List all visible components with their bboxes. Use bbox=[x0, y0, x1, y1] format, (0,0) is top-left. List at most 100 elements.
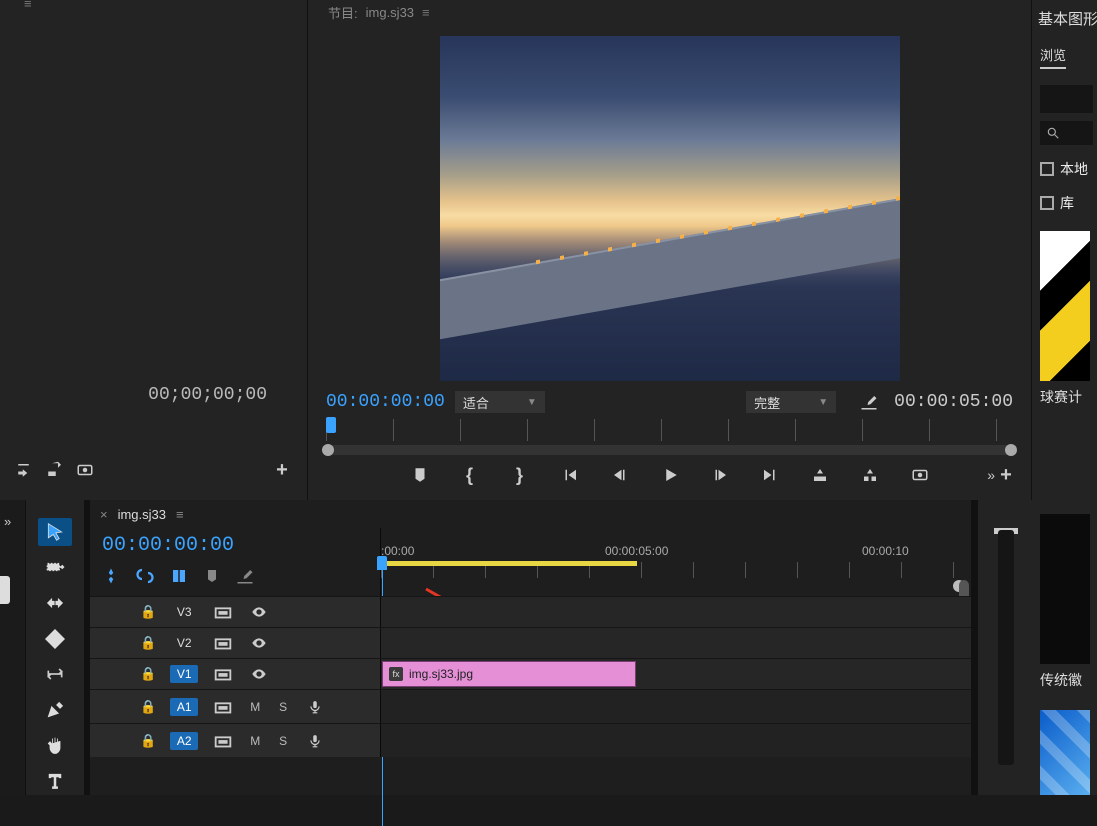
timeline-marker-icon[interactable] bbox=[204, 568, 220, 587]
template-thumbnail-3[interactable] bbox=[1040, 710, 1090, 795]
local-filter-checkbox[interactable]: 本地 bbox=[1040, 159, 1097, 179]
track-visibility-icon[interactable] bbox=[248, 634, 270, 652]
add-button-icon[interactable]: + bbox=[267, 455, 297, 485]
track-body-v1[interactable]: fx img.sj33.jpg bbox=[380, 659, 971, 689]
lock-icon[interactable]: 🔒 bbox=[140, 604, 156, 620]
timeline-ruler[interactable]: :00:00 00:00:05:00 00:00:10 bbox=[380, 528, 971, 596]
play-icon[interactable] bbox=[655, 460, 685, 490]
source-monitor-panel: ≡ 00;00;00;00 + bbox=[0, 0, 308, 500]
go-to-out-icon[interactable] bbox=[755, 460, 785, 490]
program-duration-timecode[interactable]: 00:00:05:00 bbox=[894, 392, 1013, 412]
overwrite-icon[interactable] bbox=[40, 455, 70, 485]
lock-icon[interactable]: 🔒 bbox=[140, 699, 156, 715]
hand-tool[interactable] bbox=[38, 732, 72, 760]
slip-tool[interactable] bbox=[38, 661, 72, 689]
selection-tool[interactable] bbox=[38, 518, 72, 546]
snap-icon[interactable] bbox=[102, 567, 120, 588]
clip-name: img.sj33.jpg bbox=[409, 667, 473, 681]
extract-icon[interactable] bbox=[855, 460, 885, 490]
timeline-panel: × img.sj33 ≡ 00:00:00:00 :00:00 00:00:05… bbox=[84, 500, 977, 795]
solo-button[interactable]: S bbox=[276, 734, 290, 748]
track-label-a2[interactable]: A2 bbox=[170, 732, 198, 750]
sync-lock-icon[interactable] bbox=[212, 665, 234, 683]
panel-menu-icon[interactable]: ≡ bbox=[24, 0, 32, 11]
go-to-in-icon[interactable] bbox=[555, 460, 585, 490]
track-header-a1[interactable]: 🔒 A1 M S bbox=[90, 690, 380, 723]
clip-imgsj33[interactable]: fx img.sj33.jpg bbox=[382, 661, 636, 687]
essential-graphics-panel: 基本图形 浏览 本地 库 球赛计 bbox=[1032, 0, 1097, 500]
pen-tool[interactable] bbox=[38, 696, 72, 724]
template-thumbnail-1[interactable] bbox=[1040, 231, 1090, 381]
timeline-tracks: 🔒 V3 🔒 V2 🔒 bbox=[90, 596, 971, 795]
timeline-current-timecode[interactable]: 00:00:00:00 bbox=[102, 534, 368, 557]
voiceover-record-icon[interactable] bbox=[304, 732, 326, 750]
sequence-tab-menu-icon[interactable]: ≡ bbox=[176, 507, 184, 522]
razor-tool[interactable] bbox=[38, 625, 72, 653]
source-timecode[interactable]: 00;00;00;00 bbox=[0, 385, 307, 405]
settings-wrench-icon[interactable] bbox=[854, 387, 884, 417]
track-label-a1[interactable]: A1 bbox=[170, 698, 198, 716]
track-header-v3[interactable]: 🔒 V3 bbox=[90, 597, 380, 627]
track-body-v2[interactable] bbox=[380, 628, 971, 658]
add-marker-icon[interactable] bbox=[170, 567, 188, 588]
track-visibility-icon[interactable] bbox=[248, 665, 270, 683]
program-time-ruler[interactable] bbox=[326, 419, 1013, 441]
track-body-a1[interactable] bbox=[380, 690, 971, 723]
voiceover-record-icon[interactable] bbox=[304, 698, 326, 716]
library-filter-checkbox[interactable]: 库 bbox=[1040, 193, 1097, 213]
panel-collapse-icon[interactable]: » bbox=[4, 514, 11, 529]
program-playhead[interactable] bbox=[326, 417, 336, 433]
linked-selection-icon[interactable] bbox=[136, 567, 154, 588]
track-visibility-icon[interactable] bbox=[248, 603, 270, 621]
lock-icon[interactable]: 🔒 bbox=[140, 635, 156, 651]
sync-lock-icon[interactable] bbox=[212, 732, 234, 750]
solo-button[interactable]: S bbox=[276, 700, 290, 714]
mute-button[interactable]: M bbox=[248, 734, 262, 748]
lock-icon[interactable]: 🔒 bbox=[140, 666, 156, 682]
work-area-bar[interactable] bbox=[382, 561, 637, 566]
track-body-v3[interactable] bbox=[380, 597, 971, 627]
lock-icon[interactable]: 🔒 bbox=[140, 733, 156, 749]
mark-in-icon[interactable] bbox=[405, 460, 435, 490]
insert-icon[interactable] bbox=[10, 455, 40, 485]
zoom-fit-dropdown[interactable]: 适合 ▼ bbox=[455, 391, 545, 413]
project-tab-handle[interactable] bbox=[0, 576, 10, 604]
track-header-v2[interactable]: 🔒 V2 bbox=[90, 628, 380, 658]
type-tool[interactable] bbox=[38, 767, 72, 795]
panel-menu-icon[interactable]: ≡ bbox=[422, 5, 430, 20]
mark-out-bracket-icon[interactable]: } bbox=[505, 460, 535, 490]
program-current-timecode[interactable]: 00:00:00:00 bbox=[326, 392, 445, 412]
clip-fx-badge[interactable]: fx bbox=[389, 667, 403, 681]
track-body-a2[interactable] bbox=[380, 724, 971, 757]
graphics-search-bg[interactable] bbox=[1040, 85, 1093, 113]
track-label-v2[interactable]: V2 bbox=[170, 634, 198, 652]
sequence-tab-close-icon[interactable]: × bbox=[100, 507, 108, 522]
sync-lock-icon[interactable] bbox=[212, 698, 234, 716]
step-forward-icon[interactable] bbox=[705, 460, 735, 490]
track-label-v1[interactable]: V1 bbox=[170, 665, 198, 683]
audio-level-meter[interactable] bbox=[998, 530, 1014, 765]
graphics-search-input[interactable] bbox=[1040, 121, 1093, 145]
program-zoom-scrollbar[interactable] bbox=[326, 445, 1013, 455]
step-back-icon[interactable] bbox=[605, 460, 635, 490]
template-thumbnail-2[interactable] bbox=[1040, 514, 1090, 664]
export-frame-icon[interactable] bbox=[905, 460, 935, 490]
track-select-tool[interactable] bbox=[38, 554, 72, 582]
resolution-dropdown[interactable]: 完整 ▼ bbox=[746, 391, 836, 413]
track-header-a2[interactable]: 🔒 A2 M S bbox=[90, 724, 380, 757]
track-header-v1[interactable]: 🔒 V1 bbox=[90, 659, 380, 689]
program-preview[interactable] bbox=[308, 32, 1031, 385]
add-button-icon[interactable]: + bbox=[991, 460, 1021, 490]
audio-meter-panel bbox=[977, 500, 1032, 795]
timeline-settings-icon[interactable] bbox=[236, 567, 254, 588]
export-frame-icon[interactable] bbox=[70, 455, 100, 485]
mute-button[interactable]: M bbox=[248, 700, 262, 714]
track-label-v3[interactable]: V3 bbox=[170, 603, 198, 621]
lift-icon[interactable] bbox=[805, 460, 835, 490]
sequence-tab-name[interactable]: img.sj33 bbox=[118, 507, 166, 522]
browse-tab[interactable]: 浏览 bbox=[1040, 45, 1066, 69]
ripple-edit-tool[interactable] bbox=[38, 589, 72, 617]
sync-lock-icon[interactable] bbox=[212, 634, 234, 652]
mark-in-bracket-icon[interactable]: { bbox=[455, 460, 485, 490]
sync-lock-icon[interactable] bbox=[212, 603, 234, 621]
